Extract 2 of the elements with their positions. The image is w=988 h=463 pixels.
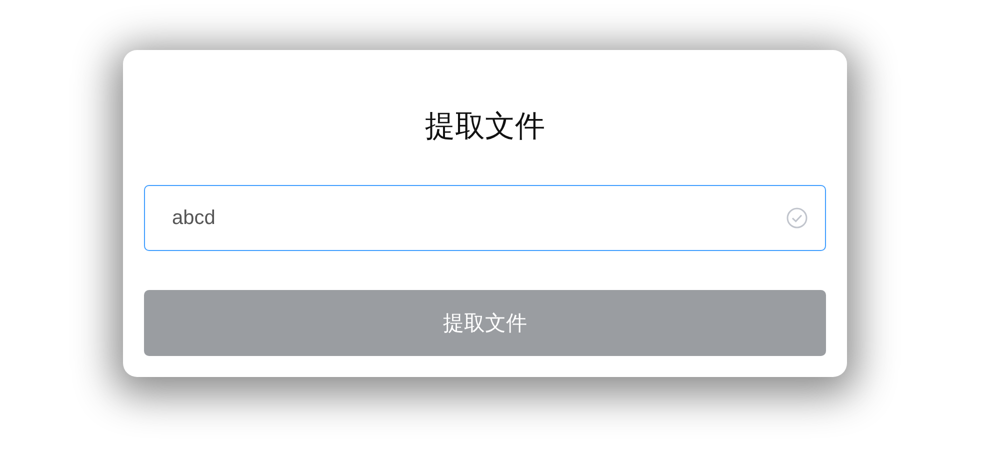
code-input-field[interactable]: abcd: [144, 185, 826, 251]
dialog-title: 提取文件: [424, 108, 546, 146]
